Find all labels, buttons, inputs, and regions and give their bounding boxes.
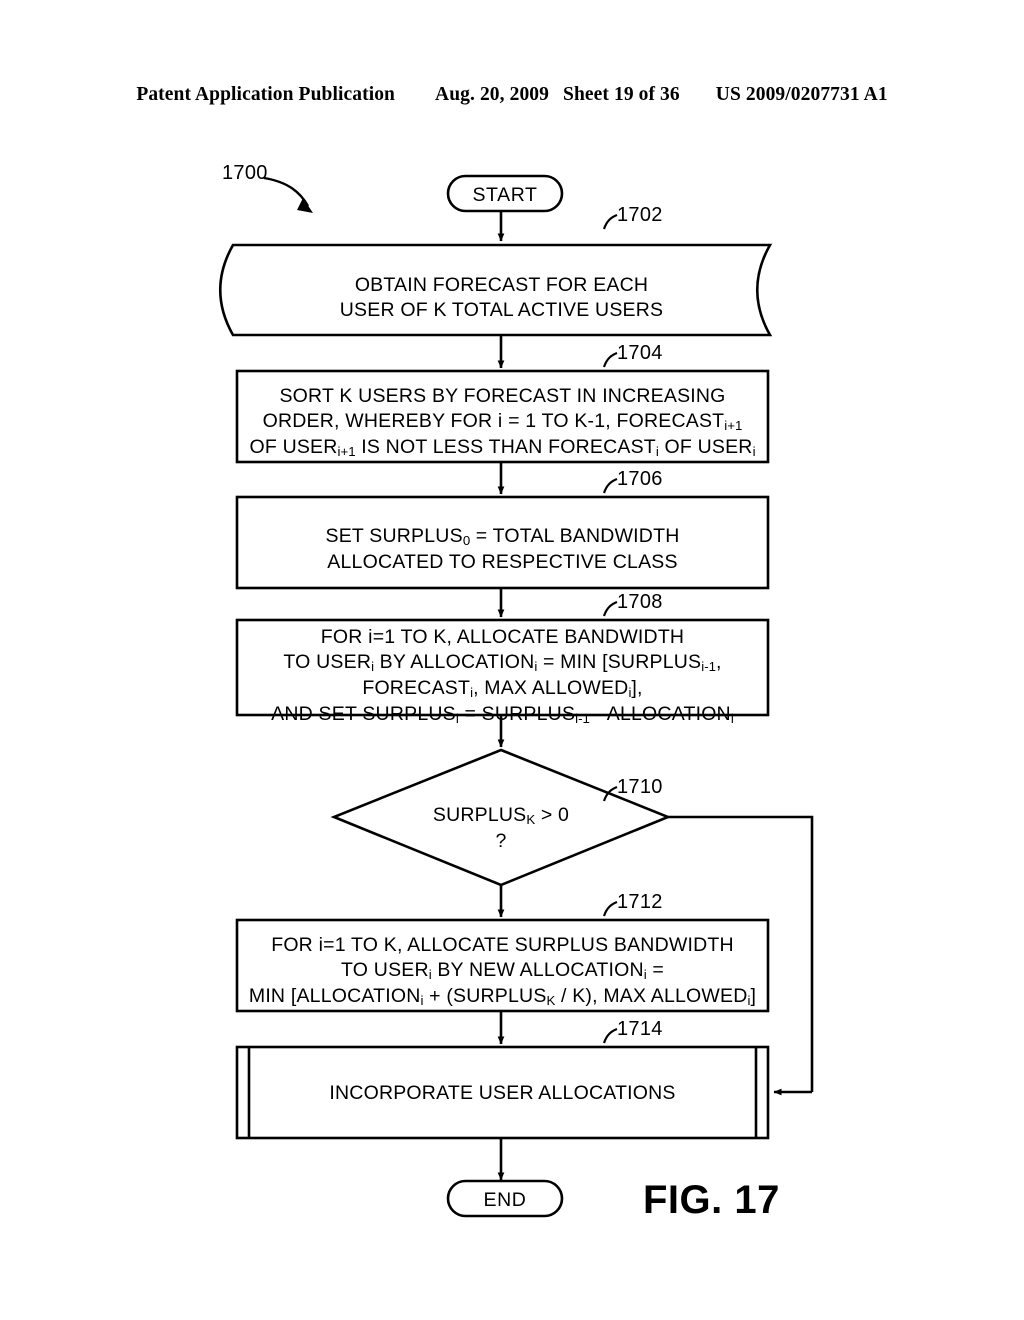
- step-ref-1706: 1706: [617, 468, 663, 490]
- step-ref-1708: 1708: [617, 591, 663, 613]
- step-1702-label: OBTAIN FORECAST FOR EACH USER OF K TOTAL …: [339, 274, 664, 321]
- step-1708-label: FOR i=1 TO K, ALLOCATE BANDWIDTH TO USERi…: [271, 626, 734, 726]
- step-1704-label: SORT K USERS BY FORECAST IN INCREASING OR…: [249, 385, 756, 459]
- step-ref-1714: 1714: [617, 1018, 663, 1040]
- step-1714-label: INCORPORATE USER ALLOCATIONS: [329, 1082, 676, 1104]
- refnum-leader-1712: [602, 900, 618, 917]
- refnum-leader-1708: [602, 600, 618, 617]
- refnum-leader-1704: [602, 351, 618, 368]
- step-ref-1712: 1712: [617, 891, 663, 913]
- refnum-leader-1702: [602, 213, 618, 230]
- start-terminator-label: START: [472, 184, 538, 206]
- flowchart-diagram: 1700 START 1702 OBTAIN FORECAST FOR EACH…: [0, 0, 1024, 1320]
- refnum-leader-1714: [602, 1027, 618, 1044]
- step-ref-1702: 1702: [617, 204, 663, 226]
- step-ref-1710: 1710: [617, 776, 663, 798]
- step-1706-label: SET SURPLUS0 = TOTAL BANDWIDTH ALLOCATED …: [325, 525, 680, 573]
- refnum-leader-1706: [602, 477, 618, 494]
- figure-label: FIG. 17: [643, 1178, 780, 1222]
- step-ref-1704: 1704: [617, 342, 663, 364]
- diagram-ref-1700: 1700: [222, 162, 268, 184]
- step-1712-label: FOR i=1 TO K, ALLOCATE SURPLUS BANDWIDTH…: [248, 934, 757, 1008]
- step-1710-label: SURPLUSK > 0?: [432, 804, 570, 852]
- end-terminator-label: END: [483, 1189, 527, 1211]
